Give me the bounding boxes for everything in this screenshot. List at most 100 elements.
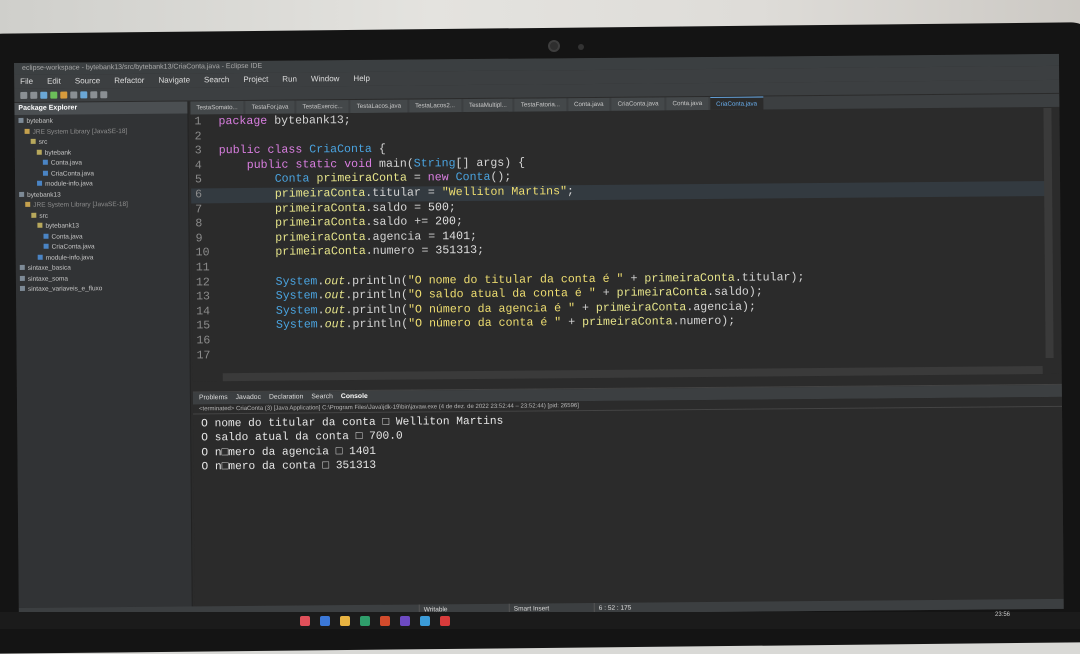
line-number: 7: [191, 203, 219, 218]
package-icon[interactable]: [80, 91, 87, 98]
editor-tab[interactable]: CriaConta.java: [710, 96, 763, 109]
editor-tab[interactable]: TestaExercic...: [296, 100, 348, 113]
tree-item-label: JRE System Library [JavaSE-18]: [33, 128, 128, 136]
webcam-sensor: [578, 44, 584, 50]
vertical-scrollbar[interactable]: [1043, 108, 1053, 358]
taskbar-clock: 23:56: [995, 612, 1010, 618]
tab-search[interactable]: Search: [311, 391, 333, 403]
line-number: 6: [191, 188, 219, 203]
line-number: 15: [192, 320, 220, 335]
menu-navigate[interactable]: Navigate: [158, 73, 190, 87]
tree-item-icon: [37, 181, 42, 186]
search-icon[interactable]: [70, 91, 77, 98]
taskbar: [0, 612, 1080, 629]
app-icon[interactable]: [320, 616, 330, 626]
tree-item-label: src: [39, 212, 48, 219]
folder-icon[interactable]: [340, 616, 350, 626]
project-tree: bytebank JRE System Library [JavaSE-18] sr…: [14, 113, 189, 295]
menu-window[interactable]: Window: [311, 72, 340, 86]
tree-item-label: bytebank: [45, 149, 71, 156]
tree-item-icon: [20, 286, 25, 291]
menu-edit[interactable]: Edit: [47, 75, 61, 89]
editor-tab[interactable]: TestaLacos.java: [351, 100, 407, 113]
tree-item-label: bytebank: [26, 118, 52, 125]
code-text: primeiraConta.titular = "Welliton Martin…: [219, 185, 574, 203]
app-icon[interactable]: [300, 616, 310, 626]
tree-item-label: module-info.java: [46, 254, 94, 261]
line-number: 10: [192, 247, 220, 262]
save-icon[interactable]: [30, 92, 37, 99]
line-number: 17: [193, 349, 221, 364]
tree-item-icon: [20, 265, 25, 270]
menu-help[interactable]: Help: [353, 72, 370, 86]
editor-tab[interactable]: TestaMultipl...: [463, 99, 513, 112]
line-number: 9: [191, 232, 219, 247]
tab-declaration[interactable]: Declaration: [269, 391, 303, 403]
package-explorer: Package Explorer bytebankJRE System Libr…: [14, 101, 192, 607]
browser-icon[interactable]: [420, 616, 430, 626]
tools-icon[interactable]: [60, 92, 67, 99]
line-number: 2: [191, 130, 219, 145]
menu-project[interactable]: Project: [243, 73, 268, 87]
code-area[interactable]: 1package bytebank13;23public class CriaC…: [190, 108, 1052, 373]
tree-item-label: sintaxe_variaveis_e_fluxo: [28, 285, 102, 293]
app-icon[interactable]: [380, 616, 390, 626]
editor-tab[interactable]: TestaSomato...: [190, 101, 243, 114]
tree-item-label: bytebank13: [27, 191, 61, 198]
tab-problems[interactable]: Problems: [199, 392, 228, 404]
code-text: primeiraConta.numero = 351313;: [220, 244, 485, 261]
editor-tab[interactable]: TestaFatoria...: [515, 98, 566, 111]
tree-item-label: src: [39, 139, 48, 146]
line-number: 8: [191, 217, 219, 232]
tree-item-label: JRE System Library [JavaSE-18]: [33, 201, 128, 209]
tree-item-icon: [37, 149, 42, 154]
tree-item-label: CriaConta.java: [51, 170, 94, 177]
editor-tab[interactable]: Conta.java: [568, 98, 610, 111]
tree-item-label: module-info.java: [45, 180, 93, 187]
line-number: 4: [191, 159, 219, 174]
menu-source[interactable]: Source: [75, 74, 100, 88]
tab-console[interactable]: Console: [341, 391, 368, 403]
menu-run[interactable]: Run: [282, 73, 297, 87]
tree-item-icon: [25, 128, 30, 133]
tree-item-icon: [31, 212, 36, 217]
line-number: 16: [192, 334, 220, 349]
app-icon[interactable]: [360, 616, 370, 626]
tree-item[interactable]: sintaxe_variaveis_e_fluxo: [16, 283, 189, 295]
nav-forward-icon[interactable]: [100, 91, 107, 98]
tree-item-icon: [18, 118, 23, 123]
line-number: 14: [192, 305, 220, 320]
editor-tab[interactable]: TestaLacos2...: [409, 99, 461, 112]
tree-item-label: Conta.java: [51, 233, 82, 240]
code-text: package bytebank13;: [218, 114, 350, 130]
laptop-screen: eclipse-workspace - bytebank13/src/byteb…: [14, 54, 1064, 618]
editor-tab[interactable]: Conta.java: [666, 97, 708, 110]
tree-item-icon: [25, 202, 30, 207]
new-icon[interactable]: [20, 92, 27, 99]
line-number: 12: [192, 276, 220, 291]
tree-item-icon: [31, 139, 36, 144]
tree-item-icon: [37, 223, 42, 228]
run-icon[interactable]: [50, 92, 57, 99]
tree-item-icon: [43, 170, 48, 175]
code-text: public class CriaConta {: [219, 143, 386, 159]
menu-file[interactable]: File: [20, 75, 33, 89]
menu-refactor[interactable]: Refactor: [114, 74, 144, 88]
app-icon[interactable]: [440, 616, 450, 626]
tree-item-icon: [19, 191, 24, 196]
console-output[interactable]: O nome do titular da conta □ Welliton Ma…: [193, 407, 1062, 475]
line-number: 1: [190, 115, 218, 130]
tree-item-label: CriaConta.java: [52, 243, 95, 250]
debug-icon[interactable]: [40, 92, 47, 99]
line-number: 11: [192, 261, 220, 276]
editor-tab[interactable]: CriaConta.java: [612, 97, 665, 110]
tree-item-icon: [20, 275, 25, 280]
tree-item-label: bytebank13: [45, 222, 79, 229]
line-number: 13: [192, 290, 220, 305]
eclipse-icon[interactable]: [400, 616, 410, 626]
nav-back-icon[interactable]: [90, 91, 97, 98]
tab-javadoc[interactable]: Javadoc: [236, 392, 261, 404]
tree-item-icon: [38, 254, 43, 259]
editor-tab[interactable]: TestaFor.java: [246, 101, 295, 114]
menu-search[interactable]: Search: [204, 73, 229, 87]
